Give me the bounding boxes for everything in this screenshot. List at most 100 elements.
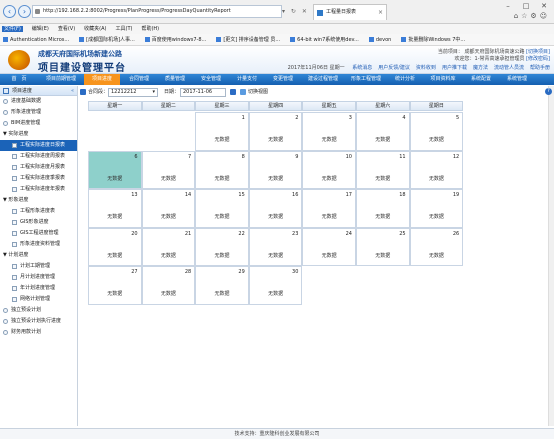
nav-item[interactable]: 系统管理	[500, 74, 534, 85]
minimize-icon[interactable]: –	[500, 1, 516, 11]
calendar-day-cell[interactable]: 20 无数据	[88, 227, 142, 266]
sidebar-item[interactable]: GIS形象进度	[0, 217, 77, 228]
nav-item[interactable]: 项目进度	[84, 74, 120, 85]
header-quick-link[interactable]: 资料收到	[416, 65, 436, 71]
header-quick-link[interactable]: 魔方法	[473, 65, 488, 71]
calendar-day-cell[interactable]: 19 无数据	[409, 189, 464, 228]
sidebar-item[interactable]: 工程实际进度日报表	[0, 140, 77, 151]
header-quick-link[interactable]: 流动管人员流	[494, 65, 524, 71]
sidebar-item[interactable]: ▼ 形象进度	[0, 195, 77, 206]
header-quick-link[interactable]: 用户推下载	[442, 65, 467, 71]
sidebar-item[interactable]: 年计划进度管理	[0, 283, 77, 294]
tab-close-icon[interactable]: ×	[378, 5, 383, 20]
favorite-link[interactable]: 64-bit win7系统使用dev...	[290, 37, 359, 43]
sidebar-item[interactable]: ▼ 计划进度	[0, 250, 77, 261]
nav-item[interactable]: 项目前期管理	[40, 74, 82, 85]
sidebar-item[interactable]: 工程形象进度表	[0, 206, 77, 217]
header-quick-link[interactable]: 系统消息	[352, 65, 372, 71]
calendar-day-cell[interactable]: 14 无数据	[141, 189, 196, 228]
nav-item[interactable]: 项目资料库	[424, 74, 462, 85]
favorite-link[interactable]: 批量删除Windows 7中...	[401, 37, 465, 43]
calendar-day-cell[interactable]: 10 无数据	[302, 150, 356, 189]
calendar-day-cell[interactable]: 26 无数据	[409, 227, 464, 266]
nav-item[interactable]: 变更管理	[266, 74, 300, 85]
sidebar-item[interactable]: 独立预设计划执行进度	[0, 316, 77, 327]
favorite-link[interactable]: devon	[368, 37, 391, 43]
sidebar-item[interactable]: 月计划进度管理	[0, 272, 77, 283]
calendar-day-cell[interactable]: 29 无数据	[195, 266, 249, 305]
favorite-link[interactable]: Authentication Micros...	[3, 37, 69, 43]
calendar-day-cell[interactable]: 22 无数据	[195, 227, 249, 266]
sidebar-item[interactable]: 计划工期管理	[0, 261, 77, 272]
menu-item[interactable]: 收藏夹(A)	[84, 26, 106, 32]
maximize-icon[interactable]: □	[518, 1, 534, 11]
calendar-day-cell[interactable]: 17 无数据	[302, 189, 356, 228]
address-tools[interactable]: ▾ ↻ ✕	[282, 5, 312, 18]
nav-item[interactable]: 计量支付	[230, 74, 264, 85]
nav-item[interactable]: 系统配置	[464, 74, 498, 85]
sidebar-item[interactable]: 工程实际进度季报表	[0, 173, 77, 184]
favorite-link[interactable]: [更文] 排序设备管理 员...	[216, 37, 280, 43]
menu-item[interactable]: 帮助(H)	[141, 26, 159, 32]
nav-item[interactable]: 合同管理	[122, 74, 156, 85]
calendar-day-cell[interactable]: 21 无数据	[141, 227, 196, 266]
address-bar[interactable]: http://192.168.2.2:8002/Progress/PlanPro…	[32, 5, 282, 18]
nav-item[interactable]: 安全管理	[194, 74, 228, 85]
close-window-icon[interactable]: ✕	[536, 1, 552, 11]
nav-item[interactable]: 质量管理	[158, 74, 192, 85]
nav-item[interactable]: 首 页	[0, 74, 38, 85]
calendar-day-cell[interactable]: 28 无数据	[141, 266, 196, 305]
calendar-day-cell[interactable]: 7 无数据	[141, 150, 196, 189]
calendar-day-cell[interactable]: 12 无数据	[409, 150, 464, 189]
header-quick-link[interactable]: 用户反馈/建议	[378, 65, 410, 71]
collapse-icon[interactable]: «	[71, 86, 74, 96]
calendar-day-cell[interactable]: 13 无数据	[88, 189, 142, 228]
sidebar-item[interactable]: 形象进度管理	[0, 107, 77, 118]
date-input[interactable]: 2017-11-06	[180, 88, 226, 97]
calendar-day-cell[interactable]: 18 无数据	[356, 189, 410, 228]
calendar-day-cell[interactable]: 1 无数据	[195, 112, 249, 151]
calendar-day-cell[interactable]: 24 无数据	[302, 227, 356, 266]
sidebar-item[interactable]: 形象进度资料管理	[0, 239, 77, 250]
menu-item[interactable]: 工具(T)	[116, 26, 133, 32]
sidebar-item[interactable]: 工程实际进度月报表	[0, 162, 77, 173]
section-select[interactable]: 12212212 ▾	[108, 88, 158, 97]
menu-item[interactable]: 文件(F)	[2, 26, 23, 32]
nav-item[interactable]: 建设过程管理	[302, 74, 344, 85]
calendar-day-cell[interactable]: 4 无数据	[356, 112, 410, 151]
scrollbar[interactable]	[548, 86, 554, 426]
calendar-day-cell[interactable]: 16 无数据	[248, 189, 303, 228]
nav-item[interactable]: 形象工程管理	[346, 74, 386, 85]
calendar-day-cell[interactable]: 11 无数据	[356, 150, 410, 189]
help-icon[interactable]: ?	[545, 88, 552, 95]
calendar-day-cell[interactable]: 25 无数据	[356, 227, 410, 266]
sidebar-item[interactable]: GIS工程进度管理	[0, 228, 77, 239]
menu-item[interactable]: 查看(V)	[58, 26, 75, 32]
calendar-day-cell[interactable]: 9 无数据	[248, 150, 303, 189]
change-password-link[interactable]: [修改密码]	[526, 56, 550, 62]
calendar-icon[interactable]	[230, 89, 236, 95]
calendar-day-cell[interactable]: 30 无数据	[248, 266, 303, 305]
sidebar-item[interactable]: BIM进度管理	[0, 118, 77, 129]
header-quick-link[interactable]: 帮助手册	[530, 65, 550, 71]
sidebar-item[interactable]: 工程实际进度周报表	[0, 151, 77, 162]
favorite-link[interactable]: 百度使用windows7-8...	[144, 37, 206, 43]
sidebar-item[interactable]: 进度基础数据	[0, 96, 77, 107]
sidebar-item[interactable]: 工程实际进度年报表	[0, 184, 77, 195]
sidebar-item[interactable]: 财务用款计划	[0, 327, 77, 338]
switch-view-icon[interactable]	[240, 89, 246, 95]
sidebar-item[interactable]: 网络计划管理	[0, 294, 77, 305]
calendar-day-cell[interactable]: 2 无数据	[248, 112, 303, 151]
favorite-link[interactable]: [成都国际机场]人事...	[79, 37, 135, 43]
browser-tab[interactable]: 工程量日报表 ×	[313, 4, 387, 20]
browser-tool-icons[interactable]: ⌂☆⚙☺	[514, 12, 550, 20]
forward-icon[interactable]: ›	[18, 5, 31, 18]
nav-item[interactable]: 统计分析	[388, 74, 422, 85]
menu-item[interactable]: 编辑(E)	[32, 26, 49, 32]
calendar-day-cell[interactable]: 5 无数据	[409, 112, 464, 151]
sidebar-item[interactable]: 独立预设计划	[0, 305, 77, 316]
switch-view-button[interactable]: 切换视图	[248, 87, 268, 98]
calendar-day-cell[interactable]: 23 无数据	[248, 227, 303, 266]
calendar-day-cell[interactable]: 27 无数据	[88, 266, 142, 305]
calendar-day-cell[interactable]: 6 无数据	[88, 150, 142, 189]
